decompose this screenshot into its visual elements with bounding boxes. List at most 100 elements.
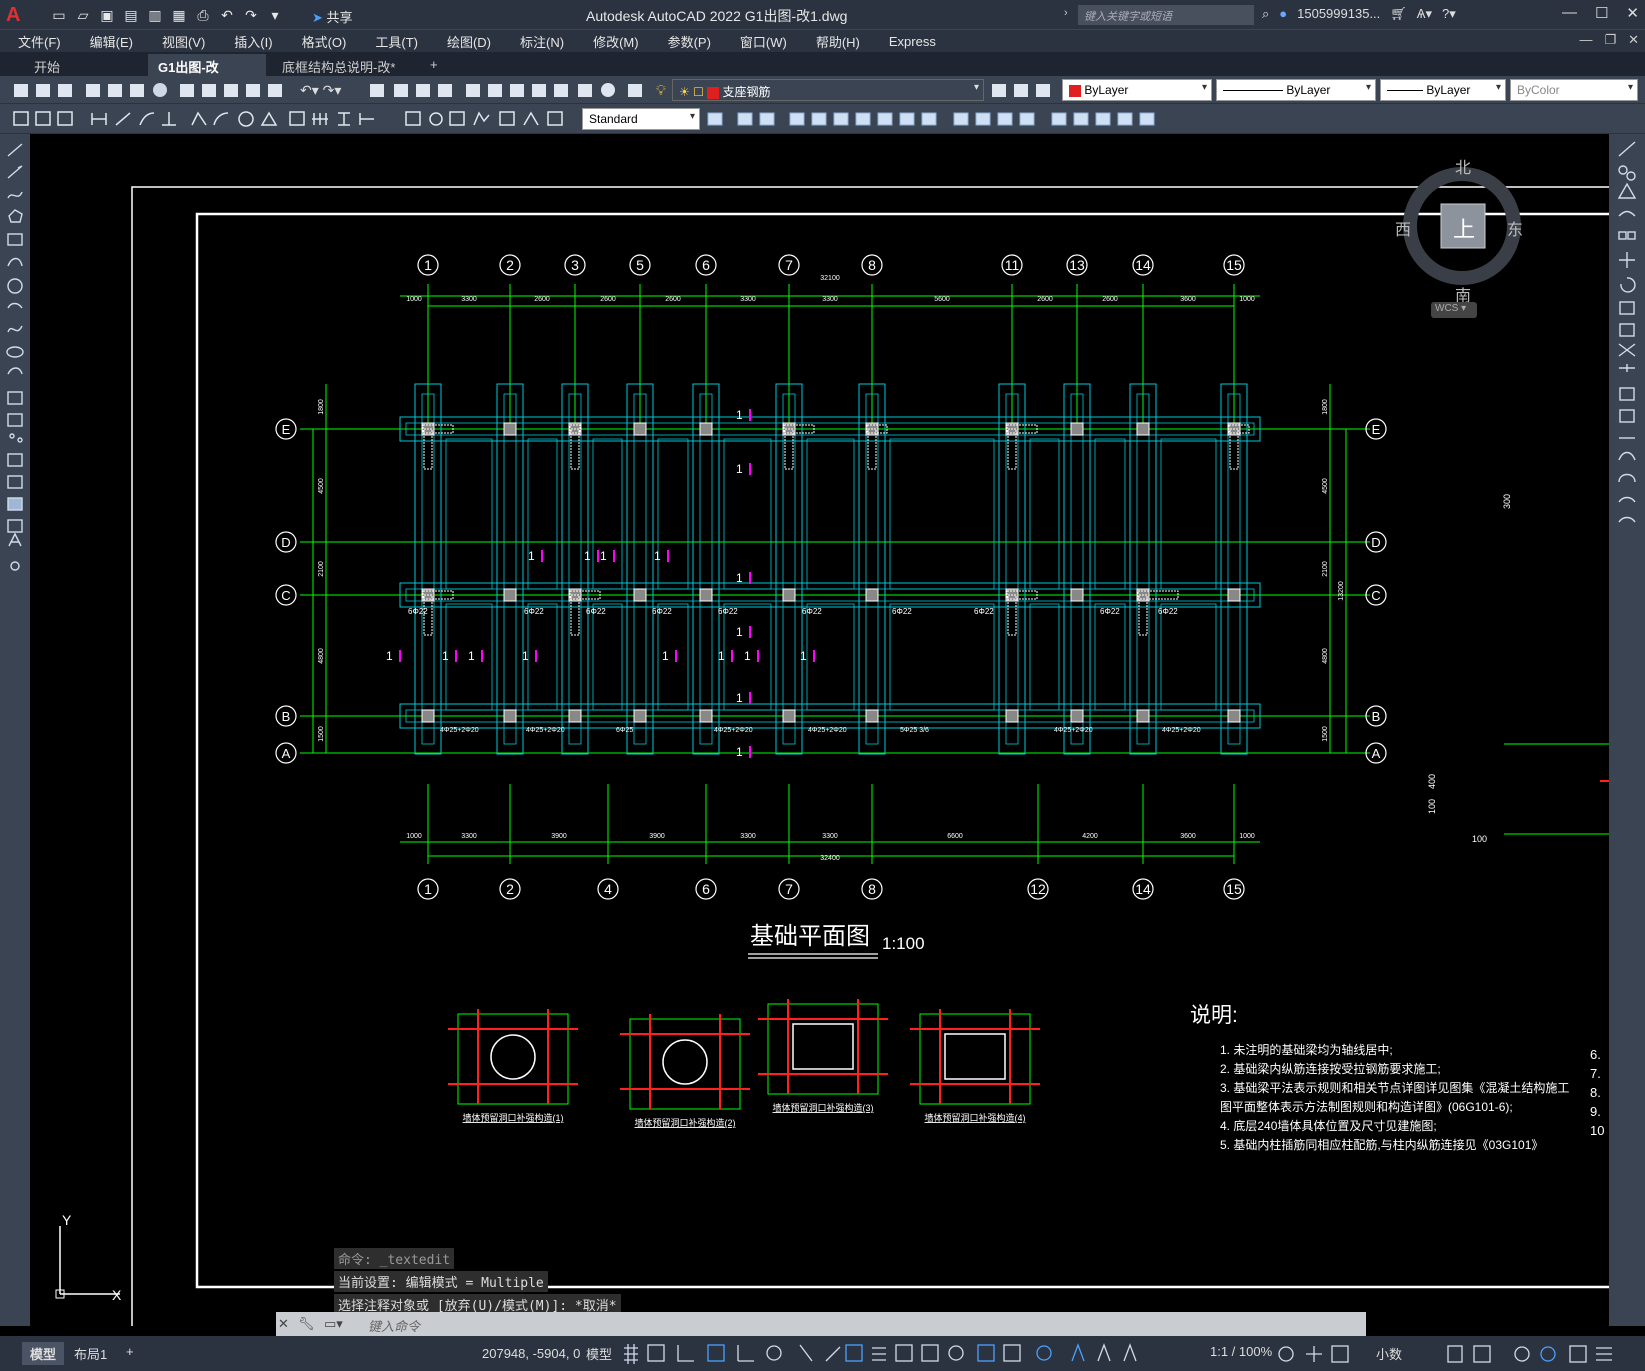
plotstyle-dropdown[interactable]: ByColor ▾ [1510,79,1638,101]
menu-dimension[interactable]: 标注(N) [520,32,564,51]
annotation-scale[interactable]: 1:1 / 100% [1210,1344,1272,1359]
menu-format[interactable]: 格式(O) [302,32,347,51]
dim-text-right: 1500 [1322,726,1329,742]
search-icon[interactable]: ⌕ [1262,6,1269,22]
beam-rebar-label: 6Φ22 [974,607,994,616]
command-input[interactable]: 键入命令 [368,1316,420,1335]
viewcube[interactable]: 北 南 西 东 上 [1395,146,1535,306]
menu-draw[interactable]: 绘图(D) [447,32,491,51]
menu-modify[interactable]: 修改(M) [593,32,639,51]
undo-icon[interactable]: ↶ [218,6,236,24]
help-icon[interactable]: ?▾ [1442,6,1456,22]
layer-state-icons: ☀ ☐ [679,85,708,99]
search-input[interactable]: 键入关键字或短语 [1078,5,1254,25]
save-icon[interactable]: ▣ [98,6,116,24]
dim-text-top: 2600 [600,296,616,303]
viewcube-east[interactable]: 东 [1507,216,1523,240]
coordinates-readout[interactable]: 207948, -5904, 0 [482,1346,580,1361]
column-beam-outline [692,383,720,755]
note-line: 1. 未注明的基础梁均为轴线居中; [1220,1042,1393,1057]
drawing-canvas[interactable]: 1 1 1 1 1 1 1 1 1 1 1 1 1 1 1 1 1 1 1 2 3 5 6 7 8 11 13 14 15 1 2 4 6 7 8 1… [30,134,1609,1326]
doc-minimize-icon[interactable]: — [1579,32,1592,48]
menu-view[interactable]: 视图(V) [162,32,205,51]
save-web-icon[interactable]: ▦ [170,6,188,24]
open-icon[interactable]: ▱ [74,6,92,24]
maximize-icon[interactable]: ☐ [1595,4,1608,22]
close-icon[interactable]: ✕ [1626,4,1639,22]
user-icon[interactable]: ● [1279,6,1287,22]
lineweight-dropdown[interactable]: ByLayer ▾ [1380,79,1506,101]
column [782,709,796,723]
open-web-icon[interactable]: ▥ [146,6,164,24]
standard-toolbar: ↶▾ ↷▾ 💡︎ ☀ ☐ 支座钢筋 ▾ ByLayer ▾ ByLayer ▾ [0,76,1645,104]
tab-layout1[interactable]: 布局1 [74,1344,107,1363]
bottom-rebar-label: 4Φ25+2Φ20 [1054,727,1093,734]
axis-label-bottom: 4 [604,881,612,897]
axis-label-top: 15 [1226,257,1242,273]
plot-icon[interactable]: ⎙ [194,6,212,24]
add-layout-icon[interactable]: + [126,1344,134,1359]
dim-text-top: 3300 [822,296,838,303]
minimize-icon[interactable]: — [1562,4,1577,22]
autodesk-app-icon[interactable]: Ѧ▾ [1417,6,1432,22]
command-line[interactable]: ✕ 🔧︎ ▭▾ 键入命令 [276,1312,1366,1336]
color-dropdown[interactable]: ByLayer ▾ [1062,79,1212,101]
menu-edit[interactable]: 编辑(E) [90,32,133,51]
doc-close-icon[interactable]: ✕ [1628,32,1639,48]
viewcube-top-face[interactable]: 上 [1453,212,1475,244]
tab-model[interactable]: 模型 [22,1342,65,1365]
tab-general-notes[interactable]: 底框结构总说明-改* [272,54,405,76]
dim-text-top: 2600 [1102,296,1118,303]
share-button[interactable]: ➤ 共享 [312,7,353,26]
search-expand-icon[interactable]: › [1064,7,1068,19]
units-dropdown[interactable]: 小数 [1376,1344,1402,1363]
new-icon[interactable]: ▭ [50,6,68,24]
layer-tools-icons[interactable] [988,76,1058,104]
model-space-toggle[interactable]: 模型 [586,1344,612,1363]
dimstyle-dropdown[interactable]: Standard ▾ [582,108,700,130]
standard-toolbar-icons[interactable]: ↶▾ ↷▾ 💡︎ [0,76,680,104]
redo-icon[interactable]: ↷ [242,6,260,24]
close-command-icon[interactable]: ✕ [278,1316,289,1332]
menu-window[interactable]: 窗口(W) [740,32,787,51]
dim-text-bottom: 1000 [1239,833,1255,840]
layer-dropdown[interactable]: ☀ ☐ 支座钢筋 ▾ [672,79,984,101]
menu-insert[interactable]: 插入(I) [234,32,272,51]
viewcube-west[interactable]: 西 [1395,216,1411,240]
menu-express[interactable]: Express [889,34,936,49]
new-tab-button[interactable]: + [420,54,448,76]
modify-tool-icons[interactable] [1609,134,1645,554]
user-name[interactable]: 1505999135... [1297,6,1380,22]
axis-label-bottom: 15 [1226,881,1242,897]
menu-tools[interactable]: 工具(T) [375,32,418,51]
workspace-icons[interactable] [1274,1342,1374,1366]
draw-tool-icons[interactable] [0,134,30,594]
bottom-rebar-label: 4Φ25+2Φ20 [714,727,753,734]
autocad-window: A ▭ ▱ ▣ ▤ ▥ ▦ ⎙ ↶ ↷ ▾ ➤ 共享 Autodesk Auto… [0,0,1645,1371]
menu-parametric[interactable]: 参数(P) [668,32,711,51]
wcs-menu[interactable]: WCS ▾ [1431,302,1477,318]
dimension-toolbar: Standard ▾ [0,104,1645,134]
cart-icon[interactable]: 🛒︎ [1390,6,1407,22]
dim-text-left: 1800 [318,399,325,415]
linetype-dropdown[interactable]: ByLayer ▾ [1216,79,1376,101]
column [1070,588,1084,602]
tab-start[interactable]: 开始 [24,54,70,76]
doc-restore-icon[interactable]: ❐ [1604,32,1616,48]
column-beam-outline [1220,383,1248,755]
menu-file[interactable]: 文件(F) [18,32,61,51]
wrench-icon[interactable]: 🔧︎ [298,1316,315,1332]
viewcube-north[interactable]: 北 [1455,154,1471,178]
customize-qat-icon[interactable]: ▾ [266,6,284,24]
modify-toolbar-icons[interactable] [704,104,1224,134]
axis-label-top: 7 [785,257,793,273]
command-prompt-icon[interactable]: ▭▾ [324,1316,343,1332]
foundation-panel [527,603,558,711]
bottom-rebar-label: 4Φ25+2Φ20 [440,727,479,734]
status-toggle-icons[interactable] [620,1342,1240,1366]
tab-g1[interactable]: G1出图-改1*✕ [148,54,266,91]
status-right-icons[interactable] [1440,1342,1640,1366]
menu-help[interactable]: 帮助(H) [816,32,860,51]
saveas-icon[interactable]: ▤ [122,6,140,24]
autocad-logo-icon[interactable]: A [6,4,26,26]
